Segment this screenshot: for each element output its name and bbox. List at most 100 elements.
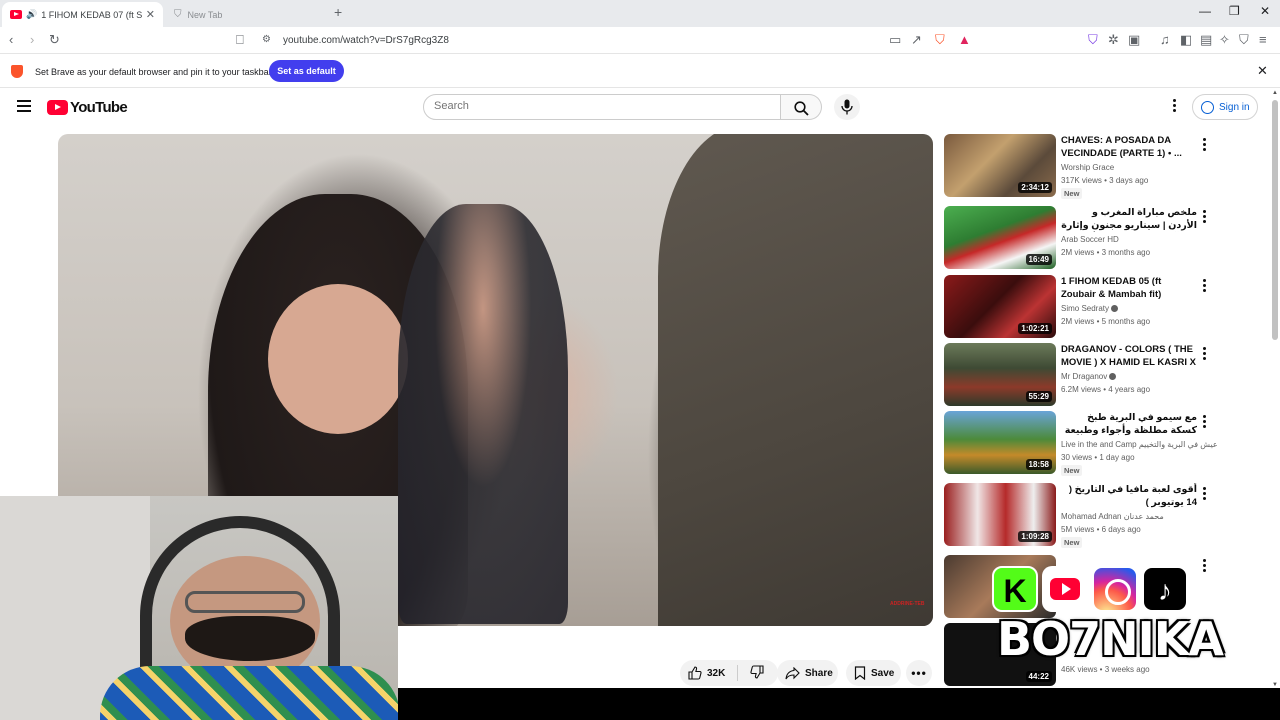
more-actions-button[interactable]: ••• (906, 660, 932, 686)
sidebar-icon[interactable]: ◧ (1180, 32, 1192, 48)
voice-search-button[interactable] (834, 94, 860, 120)
action-menu-icon[interactable] (1203, 210, 1207, 224)
action-menu-icon[interactable] (1203, 279, 1207, 293)
channel-name[interactable]: Mr Draganov (1061, 372, 1117, 381)
like-count: 32K (707, 667, 726, 679)
video-thumbnail[interactable]: 2:34:12 (944, 134, 1056, 197)
streamer-webcam-overlay (0, 496, 398, 720)
action-menu-icon[interactable] (1203, 487, 1207, 501)
video-frame-figure (658, 134, 933, 626)
share-button[interactable]: Share (777, 660, 838, 686)
video-meta: 2M views • 3 months ago (1061, 248, 1151, 257)
brave-rewards-icon[interactable]: ▲ (958, 32, 971, 48)
glasses-graphic (185, 591, 305, 613)
channel-name[interactable]: Mohamad Adnan محمد عدنان (1061, 512, 1164, 521)
tab-new-tab[interactable]: ⛉ New Tab (166, 2, 328, 27)
save-button[interactable]: Save (846, 660, 901, 686)
back-icon[interactable]: ‹ (9, 32, 13, 48)
cast-icon[interactable]: ▭ (889, 32, 901, 48)
tab-youtube-video[interactable]: 🔊 1 FIHOM KEDAB 07 (ft Samid ✕ (2, 2, 163, 27)
vpn-icon[interactable]: ⛉ (1088, 32, 1098, 48)
wallet-icon[interactable]: ▤ (1200, 32, 1212, 48)
save-label: Save (871, 667, 895, 679)
video-meta: 30 views • 1 day ago (1061, 453, 1135, 462)
infobar-message: Set Brave as your default browser and pi… (35, 67, 272, 77)
dislike-button[interactable] (738, 664, 769, 682)
share-label: Share (805, 667, 833, 679)
video-title[interactable]: DRAGANOV - COLORS ( THE MOVIE ) X HAMID … (1061, 343, 1197, 369)
kick-icon: K (992, 566, 1038, 612)
page-scrollbar[interactable]: ▲ ▼ (1271, 90, 1279, 688)
browser-tabstrip: 🔊 1 FIHOM KEDAB 07 (ft Samid ✕ ⛉ New Tab… (0, 0, 1280, 27)
video-thumbnail[interactable]: 55:29 (944, 343, 1056, 406)
speaker-icon[interactable]: 🔊 (26, 9, 37, 20)
guide-menu-icon[interactable] (17, 100, 31, 112)
extensions-icon[interactable]: ✲ (1108, 32, 1119, 48)
search-input[interactable] (434, 100, 764, 112)
video-thumbnail[interactable]: 18:58 (944, 411, 1056, 474)
tab-close-icon[interactable]: ✕ (146, 8, 155, 21)
video-thumbnail[interactable]: 1:09:28 (944, 483, 1056, 546)
leo-ai-icon[interactable]: ✧ (1219, 32, 1230, 48)
reload-icon[interactable]: ↻ (49, 32, 60, 48)
shirt-graphic (100, 666, 398, 720)
duration-badge: 1:02:21 (1018, 323, 1052, 334)
restore-button[interactable]: ❐ (1229, 4, 1240, 18)
channel-name[interactable]: Simo Sedraty (1061, 304, 1119, 313)
video-thumbnail[interactable]: 16:49 (944, 206, 1056, 269)
youtube-social-icon (1042, 566, 1088, 612)
new-tab-button[interactable]: + (334, 4, 342, 20)
recommendation-item[interactable]: 2:34:12 CHAVES: A POSADA DA VECINDADE (P… (944, 134, 1214, 199)
recommendation-item[interactable]: 16:49 ملخص مباراة المغرب و الأردن | سينا… (944, 206, 1214, 270)
video-title[interactable]: 1 FIHOM KEDAB 05 (ft Zoubair & Mambah fi… (1061, 275, 1197, 301)
bookmark-icon[interactable]: ⎕ (236, 32, 244, 48)
video-thumbnail[interactable]: 1:02:21 (944, 275, 1056, 338)
media-icon[interactable]: ♫ (1160, 32, 1170, 48)
brave-shield-icon: ⛉ (174, 9, 182, 20)
new-badge: New (1061, 537, 1083, 548)
search-icon (794, 101, 809, 116)
recommendation-item[interactable]: 55:29 DRAGANOV - COLORS ( THE MOVIE ) X … (944, 343, 1214, 407)
site-info-icon[interactable]: ⚙ (262, 32, 271, 48)
sign-in-button[interactable]: Sign in (1192, 94, 1258, 120)
recommendation-item[interactable]: 18:58 مع سيمو في البرية طبخ كسكة مطلظة و… (944, 411, 1218, 476)
logo-wordmark: YouTube (70, 99, 128, 116)
brave-shields-icon[interactable]: ⛉ (935, 32, 945, 48)
duration-badge: 18:58 (1025, 459, 1052, 470)
video-title[interactable]: CHAVES: A POSADA DA VECINDADE (PARTE 1) … (1061, 134, 1197, 160)
minimize-button[interactable]: — (1199, 4, 1211, 18)
streamer-name: BO7NIKA (996, 612, 1224, 666)
shield-settings-icon[interactable]: ⛉ (1239, 32, 1249, 48)
infobar-close-icon[interactable]: ✕ (1257, 63, 1268, 79)
recommendation-item[interactable]: 1:09:28 أقوى لعبة مافيا في التاريخ ( 14 … (944, 483, 1214, 548)
forward-icon[interactable]: › (30, 32, 34, 48)
window-close-button[interactable]: ✕ (1260, 4, 1270, 18)
video-title[interactable]: أقوى لعبة مافيا في التاريخ ( 14 يوتيوبر … (1061, 483, 1197, 509)
scrollbar-thumb[interactable] (1272, 100, 1278, 340)
share-page-icon[interactable]: ↗ (911, 32, 922, 48)
account-icon (1201, 100, 1214, 114)
channel-name[interactable]: Arab Soccer HD (1061, 235, 1119, 244)
settings-more-icon[interactable] (1168, 99, 1180, 115)
channel-name[interactable]: Live in the and Camp عيش في البرية والتخ… (1061, 440, 1218, 449)
duration-badge: 16:49 (1025, 254, 1052, 265)
action-menu-icon[interactable] (1203, 415, 1207, 429)
youtube-logo[interactable]: YouTube (47, 99, 128, 116)
duration-badge: 44:22 (1025, 671, 1052, 682)
address-bar[interactable]: youtube.com/watch?v=DrS7gRcg3Z8 (283, 35, 449, 46)
action-menu-icon[interactable] (1203, 138, 1207, 152)
tiktok-icon: ♪ (1142, 566, 1188, 612)
channel-name[interactable]: Worship Grace (1061, 163, 1114, 172)
recommendation-item[interactable]: 1:02:21 1 FIHOM KEDAB 05 (ft Zoubair & M… (944, 275, 1214, 339)
menu-icon[interactable]: ≡ (1259, 32, 1267, 48)
tab-manager-icon[interactable]: ▣ (1128, 32, 1140, 48)
set-default-button[interactable]: Set as default (269, 60, 344, 82)
like-button[interactable]: 32K (680, 666, 737, 680)
video-title[interactable]: ملخص مباراة المغرب و الأردن | سيناريو مج… (1061, 206, 1197, 232)
search-button[interactable] (781, 94, 822, 120)
action-menu-icon[interactable] (1203, 347, 1207, 361)
scroll-up-icon[interactable]: ▲ (1271, 90, 1279, 96)
video-title[interactable]: مع سيمو في البرية طبخ كسكة مطلظة وأجواء … (1061, 411, 1197, 437)
scroll-down-icon[interactable]: ▼ (1271, 682, 1279, 688)
sign-in-label: Sign in (1219, 101, 1250, 113)
